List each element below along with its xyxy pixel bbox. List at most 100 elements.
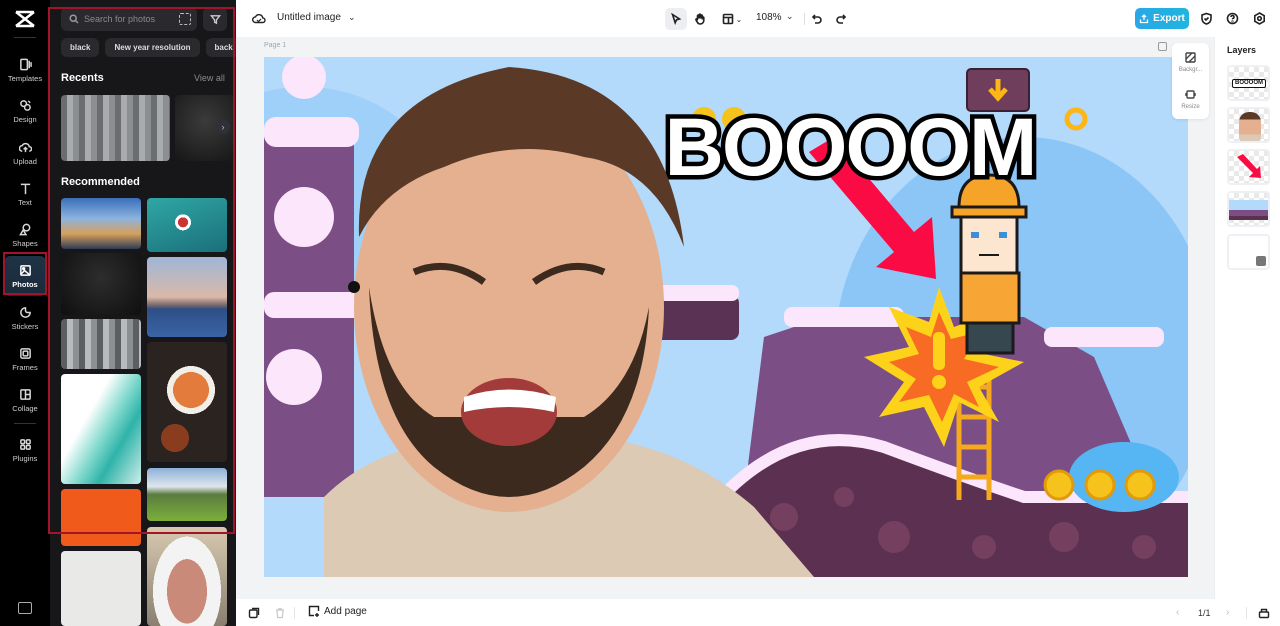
export-label: Export — [1153, 13, 1185, 24]
next-page-button[interactable]: › — [1226, 607, 1229, 618]
rail-item-label: Design — [13, 114, 37, 124]
photo-boat-sea[interactable] — [147, 198, 227, 252]
redo-icon — [836, 14, 847, 24]
rail-item-stickers[interactable]: Stickers — [4, 298, 46, 338]
photo-teal-waves[interactable] — [61, 374, 141, 484]
upload-icon — [18, 142, 32, 152]
photo-green-hills[interactable] — [147, 468, 227, 521]
rail-item-text[interactable]: Text — [4, 174, 46, 214]
filter-button[interactable] — [203, 7, 227, 31]
delete-page-icon[interactable] — [274, 607, 286, 619]
undo-icon — [811, 14, 822, 24]
recommended-heading: Recommended — [61, 176, 140, 188]
image-search-icon[interactable] — [179, 13, 191, 25]
export-button[interactable]: Export — [1135, 8, 1189, 29]
filter-icon — [209, 14, 221, 24]
arrow-thumb-icon — [1237, 154, 1261, 178]
photo-nyc-skyline[interactable] — [147, 257, 227, 337]
hand-tool-button[interactable] — [689, 8, 711, 30]
duplicate-page-icon[interactable] — [1158, 42, 1167, 51]
chip-new-year-resolution[interactable]: New year resolution — [105, 38, 200, 57]
layer-blank[interactable] — [1227, 234, 1270, 270]
layer-red-arrow[interactable] — [1227, 149, 1270, 185]
layer-type-badge-icon — [1256, 256, 1266, 266]
photos-highlight-box — [3, 252, 47, 295]
recents-heading: Recents — [61, 72, 104, 84]
cloud-sync-icon[interactable] — [252, 12, 266, 24]
layer-man-photo[interactable] — [1227, 107, 1270, 143]
layer-thumb-text: BOOOOM — [1232, 79, 1266, 88]
resize-button[interactable]: Resize — [1172, 89, 1209, 110]
frames-icon — [19, 347, 31, 359]
design-icon — [19, 99, 31, 111]
pointer-icon — [671, 13, 682, 25]
rail-item-label: Stickers — [11, 321, 39, 331]
chevron-down-icon[interactable]: ⌄ — [786, 11, 794, 22]
photo-search-input[interactable] — [84, 14, 174, 24]
resize-icon — [1185, 90, 1196, 99]
rail-item-label: Frames — [12, 362, 38, 372]
layer-thumb-game — [1229, 200, 1268, 220]
help-button[interactable] — [1224, 10, 1240, 26]
layer-booom-text[interactable]: BOOOOM — [1227, 65, 1270, 101]
photo-city-skyline[interactable] — [61, 198, 141, 249]
stickers-icon — [19, 306, 31, 318]
text-icon — [20, 183, 30, 194]
photo-dark-texture[interactable] — [61, 253, 141, 315]
photo-ramen-food[interactable] — [147, 342, 227, 462]
keyboard-shortcuts-icon[interactable] — [18, 602, 32, 614]
photo-meat-dish[interactable] — [147, 527, 227, 626]
add-page-label: Add page — [324, 605, 367, 617]
previous-page-button[interactable]: ‹ — [1176, 607, 1179, 618]
capcut-logo-icon[interactable] — [14, 10, 36, 28]
view-all-link[interactable]: View all — [194, 73, 225, 83]
rail-item-shapes[interactable]: Shapes — [4, 215, 46, 255]
rail-item-frames[interactable]: Frames — [4, 339, 46, 379]
design-canvas[interactable]: BOOOOM — [264, 57, 1188, 577]
rail-item-label: Upload — [13, 156, 37, 166]
photo-orange-solid[interactable] — [61, 489, 141, 546]
collapse-pages-icon[interactable] — [1258, 607, 1270, 619]
collage-icon — [19, 388, 31, 400]
rail-item-collage[interactable]: Collage — [4, 380, 46, 420]
rail-item-label: Templates — [7, 73, 43, 83]
chip-back[interactable]: back — [205, 38, 236, 57]
bottom-bar: Add page ‹ 1/1 › — [236, 599, 1280, 626]
hand-icon — [695, 13, 705, 25]
settings-button[interactable] — [1251, 10, 1267, 26]
add-page-button[interactable]: Add page — [308, 605, 367, 617]
shapes-icon — [18, 223, 30, 235]
rail-item-design[interactable]: Design — [4, 91, 46, 131]
recents-next-button[interactable]: › — [216, 120, 230, 134]
pages-overview-icon[interactable] — [248, 607, 260, 619]
help-icon — [1226, 12, 1238, 24]
chevron-down-icon: ⌄ — [735, 14, 743, 24]
shield-button[interactable] — [1198, 10, 1214, 26]
rail-item-label: Collage — [12, 403, 38, 413]
photo-white-paper[interactable] — [61, 551, 141, 626]
rail-item-upload[interactable]: Upload — [4, 133, 46, 173]
suggestion-chips: black New year resolution back — [61, 38, 236, 57]
select-tool-button[interactable] — [665, 8, 687, 30]
layout-menu-button[interactable]: ⌄ — [717, 8, 747, 30]
layers-panel: Layers BOOOOM — [1214, 37, 1280, 599]
chip-black[interactable]: black — [61, 38, 100, 57]
chevron-down-icon[interactable]: ⌄ — [348, 12, 356, 23]
photo-temple-columns[interactable] — [61, 319, 141, 369]
canvas-artwork: BOOOOM — [264, 57, 1188, 577]
document-title[interactable]: Untitled image — [277, 12, 341, 23]
redo-button[interactable] — [830, 8, 852, 30]
background-label: Backgr... — [1178, 67, 1203, 73]
photo-search-box[interactable] — [61, 7, 197, 31]
recent-photo-temple[interactable] — [61, 95, 170, 161]
zoom-level[interactable]: 108% — [756, 12, 782, 23]
background-button[interactable]: Backgr... — [1172, 52, 1209, 73]
top-bar: Untitled image ⌄ ⌄ 108% ⌄ Export — [236, 0, 1280, 37]
rail-item-templates[interactable]: Templates — [4, 50, 46, 90]
resize-label: Resize — [1181, 104, 1200, 110]
layer-game-background[interactable] — [1227, 191, 1270, 227]
divider — [1246, 607, 1247, 619]
shield-icon — [1200, 12, 1212, 25]
rail-item-plugins[interactable]: Plugins — [4, 430, 46, 470]
undo-button[interactable] — [806, 8, 828, 30]
